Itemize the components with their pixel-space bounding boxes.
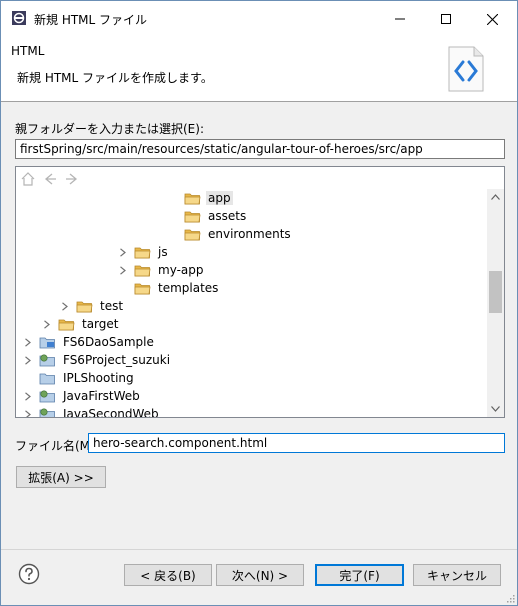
expand-chevron-icon[interactable] [21,407,35,417]
scrollbar-thumb[interactable] [489,271,502,313]
tree-item-label: assets [208,209,247,223]
advanced-button[interactable]: 拡張(A) >> [16,466,106,488]
tree-item-label: IPLShooting [63,371,134,385]
tree-item-label: JavaSecondWeb [63,407,159,418]
new-html-file-dialog: 新規 HTML ファイル HTML 新規 HTML ファイルを作成します。 親フ… [0,0,518,606]
file-name-input[interactable]: hero-search.component.html [88,433,505,453]
resize-grip-icon[interactable] [505,593,515,603]
tree-nav-toolbar [20,169,80,189]
tree-item[interactable]: FS6DaoSample [21,333,156,351]
minimize-button[interactable] [377,1,423,37]
back-button[interactable]: < 戻る(B) [124,564,212,586]
finish-button[interactable]: 完了(F) [315,564,404,586]
tree-item[interactable]: test [58,297,125,315]
folder-icon [184,227,201,241]
cancel-button[interactable]: キャンセル [413,564,501,586]
home-icon[interactable] [20,171,36,187]
tree-item[interactable]: my-app [116,261,206,279]
close-icon [486,13,498,25]
folder-tree[interactable]: app assets environments js my-app templates te… [15,166,505,418]
folder-icon [134,263,151,277]
tree-item-label: FS6DaoSample [63,335,154,349]
expand-chevron-icon[interactable] [116,245,130,259]
html-file-icon [448,46,484,92]
tree-item-label: target [82,317,119,331]
button-bar-separator [1,549,517,550]
title-bar: 新規 HTML ファイル [1,1,517,37]
folder-icon [58,317,75,331]
scroll-up-icon[interactable] [487,189,504,205]
close-button[interactable] [469,1,515,37]
file-name-label: ファイル名(M): [15,439,99,453]
project-icon [39,407,56,417]
wizard-header: HTML 新規 HTML ファイルを作成します。 [1,37,517,102]
project-icon [39,371,56,385]
expand-chevron-icon[interactable] [21,335,35,349]
tree-item-label: app [206,191,233,205]
tree-item[interactable]: js [116,243,170,261]
project-icon [39,389,56,403]
wizard-page-description: 新規 HTML ファイルを作成します。 [17,71,213,85]
folder-icon [184,191,201,205]
scroll-down-icon[interactable] [487,401,504,417]
folder-icon [134,281,151,295]
tree-item-label: my-app [158,263,204,277]
project-icon [39,335,56,349]
expand-chevron-icon[interactable] [116,263,130,277]
window-title: 新規 HTML ファイル [34,13,148,27]
maximize-icon [441,14,451,24]
maximize-button[interactable] [423,1,469,37]
tree-item[interactable]: environments [166,225,293,243]
folder-icon [184,209,201,223]
tree-item[interactable]: FS6Project_suzuki [21,351,172,369]
tree-item-label: environments [208,227,291,241]
tree-item-label: js [158,245,168,259]
back-arrow-icon[interactable] [42,171,58,187]
expand-chevron-icon[interactable] [58,299,72,313]
expand-chevron-icon[interactable] [21,389,35,403]
parent-folder-input[interactable]: firstSpring/src/main/resources/static/an… [15,139,505,159]
tree-item[interactable]: app [166,189,233,207]
folder-icon [76,299,93,313]
tree-item-label: templates [158,281,219,295]
expand-chevron-icon[interactable] [40,317,54,331]
help-icon[interactable] [18,563,40,585]
tree-item[interactable]: IPLShooting [21,369,136,387]
forward-arrow-icon[interactable] [64,171,80,187]
tree-vertical-scrollbar[interactable] [487,189,504,417]
tree-item[interactable]: JavaFirstWeb [21,387,142,405]
tree-item[interactable]: target [40,315,121,333]
tree-item-label: JavaFirstWeb [63,389,140,403]
next-button[interactable]: 次へ(N) > [216,564,304,586]
tree-item[interactable]: templates [116,279,220,297]
project-icon [39,353,56,367]
tree-item[interactable]: assets [166,207,248,225]
wizard-page-title: HTML [11,44,45,58]
eclipse-app-icon [12,11,26,25]
expand-chevron-icon[interactable] [21,353,35,367]
folder-icon [134,245,151,259]
tree-item-label: test [100,299,124,313]
minimize-icon [395,18,405,20]
tree-item-label: FS6Project_suzuki [63,353,171,367]
tree-item[interactable]: JavaSecondWeb [21,405,161,418]
parent-folder-label: 親フォルダーを入力または選択(E): [15,122,204,136]
